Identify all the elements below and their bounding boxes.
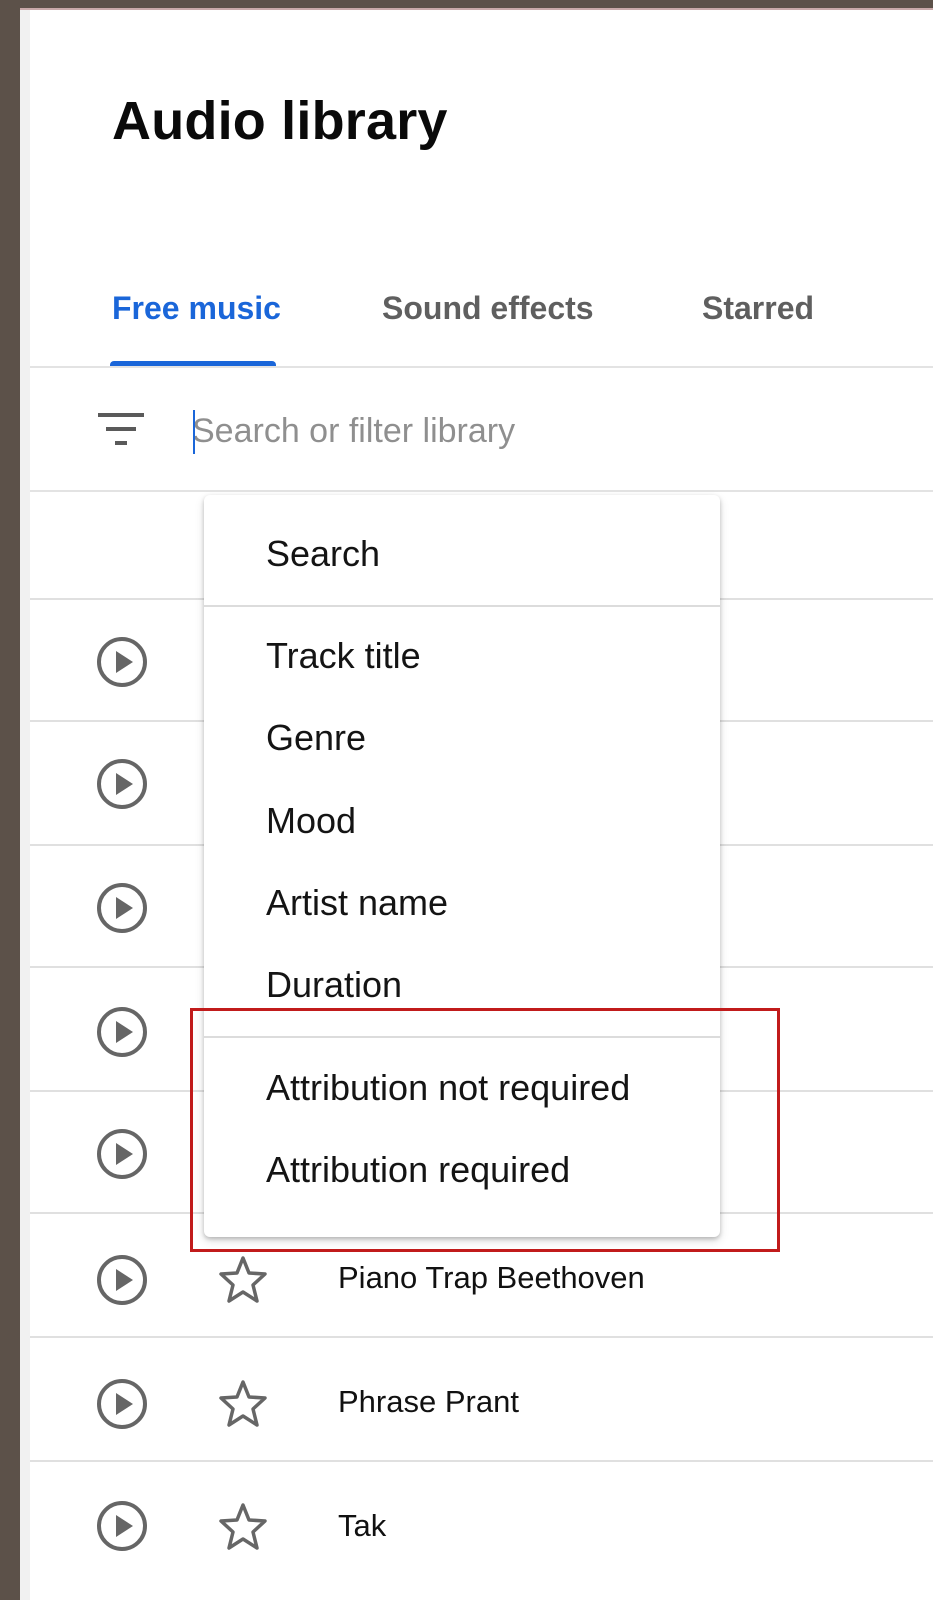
track-row[interactable]: Tak — [30, 1460, 933, 1584]
audio-library-panel: Audio library Free music Sound effects S… — [20, 10, 933, 1600]
track-title[interactable]: Piano Trap Beethoven — [338, 1260, 645, 1296]
dropdown-item-duration[interactable]: Duration — [266, 964, 402, 1006]
play-icon[interactable] — [96, 1128, 148, 1180]
page-title: Audio library — [112, 91, 448, 151]
dropdown-divider — [204, 605, 720, 607]
star-icon[interactable] — [218, 1255, 268, 1305]
star-icon[interactable] — [218, 1379, 268, 1429]
text-cursor — [193, 410, 195, 454]
dropdown-item-attribution-required[interactable]: Attribution required — [266, 1149, 570, 1191]
search-input[interactable] — [192, 405, 912, 457]
play-icon[interactable] — [96, 758, 148, 810]
star-icon[interactable] — [218, 1502, 268, 1552]
tab-free-music[interactable]: Free music — [112, 290, 281, 327]
filter-dropdown-menu: Search Track title Genre Mood Artist nam… — [204, 495, 720, 1237]
track-row[interactable]: Phrase Prant — [30, 1336, 933, 1460]
tabs-divider — [30, 366, 933, 368]
track-title[interactable]: Tak — [338, 1508, 386, 1544]
tab-bar: Free music Sound effects Starred — [30, 278, 933, 368]
tab-starred[interactable]: Starred — [702, 290, 814, 327]
play-icon[interactable] — [96, 636, 148, 688]
filter-icon[interactable] — [96, 410, 146, 450]
play-icon[interactable] — [96, 1500, 148, 1552]
play-icon[interactable] — [96, 882, 148, 934]
dropdown-item-search[interactable]: Search — [266, 533, 380, 575]
play-icon[interactable] — [96, 1254, 148, 1306]
track-title[interactable]: Phrase Prant — [338, 1384, 519, 1420]
tab-sound-effects[interactable]: Sound effects — [382, 290, 594, 327]
dropdown-divider — [204, 1036, 720, 1038]
dropdown-item-genre[interactable]: Genre — [266, 717, 366, 759]
play-icon[interactable] — [96, 1378, 148, 1430]
dropdown-item-mood[interactable]: Mood — [266, 800, 356, 842]
dropdown-item-artist-name[interactable]: Artist name — [266, 882, 448, 924]
play-icon[interactable] — [96, 1006, 148, 1058]
dropdown-item-attribution-not-required[interactable]: Attribution not required — [266, 1067, 630, 1109]
window-top-strip — [0, 0, 933, 10]
dropdown-item-track-title[interactable]: Track title — [266, 635, 421, 677]
search-divider — [30, 490, 933, 492]
